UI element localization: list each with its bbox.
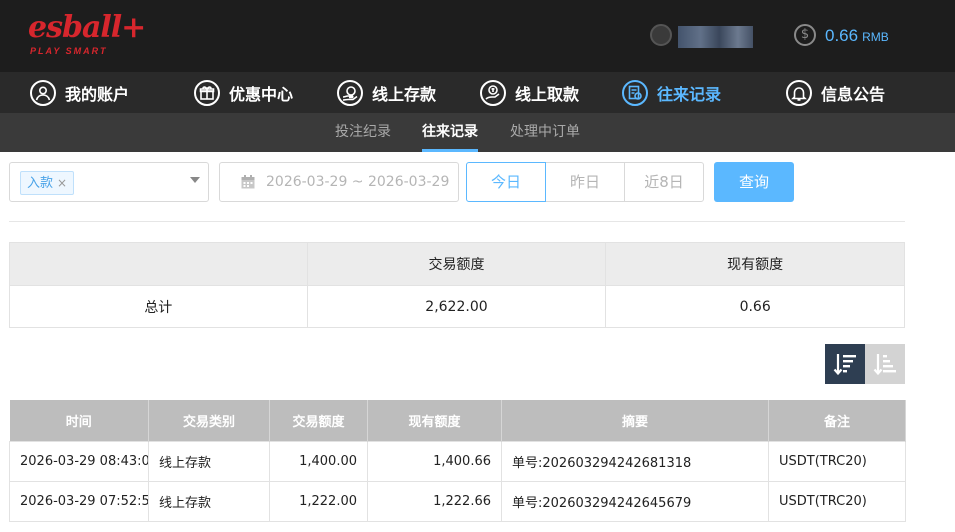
- col-summary[interactable]: 摘要: [501, 400, 769, 441]
- summary-total-amount: 2,622.00: [306, 285, 607, 328]
- user-avatar-icon[interactable]: [650, 24, 672, 46]
- nav-label: 线上存款: [372, 85, 437, 104]
- col-amount[interactable]: 交易额度: [269, 400, 368, 441]
- cell-type: 线上存款: [148, 480, 270, 522]
- nav-promotions[interactable]: 优惠中心: [194, 78, 293, 108]
- cell-amount: 1,400.00: [269, 440, 368, 482]
- sort-ascending-button[interactable]: [865, 344, 905, 384]
- cell-remark: USDT(TRC20): [768, 480, 906, 522]
- tab-pending-orders[interactable]: 处理中订单: [510, 113, 580, 152]
- cell-type: 线上存款: [148, 440, 270, 482]
- sort-descending-button[interactable]: [825, 344, 865, 384]
- summary-table: 交易额度 现有额度 总计 2,622.00 0.66: [9, 242, 905, 328]
- nav-label: 信息公告: [821, 85, 886, 104]
- col-remark[interactable]: 备注: [768, 400, 906, 441]
- quick-date-group: 今日 昨日 近8日: [466, 162, 704, 202]
- col-type[interactable]: 交易类别: [148, 400, 270, 441]
- logo-tagline: PLAY SMART: [30, 46, 108, 56]
- top-bar: esball+ PLAY SMART $ 0.66 RMB: [0, 0, 955, 72]
- username-redacted: [678, 26, 753, 48]
- tag-label: 入款: [27, 176, 54, 191]
- nav-label: 线上取款: [515, 85, 580, 104]
- transaction-type-select[interactable]: 入款 ×: [9, 162, 209, 202]
- summary-header-amount: 交易额度: [306, 242, 607, 286]
- user-icon: [30, 80, 56, 106]
- calendar-icon: [241, 175, 255, 189]
- records-table: 时间 交易类别 交易额度 现有额度 摘要 备注 2026-03-29 08:43…: [9, 400, 906, 522]
- sub-nav: 投注纪录 往来记录 处理中订单: [0, 113, 955, 152]
- cell-balance: 1,222.66: [367, 480, 502, 522]
- records-header-row: 时间 交易类别 交易额度 现有额度 摘要 备注: [9, 400, 906, 441]
- today-button[interactable]: 今日: [466, 162, 546, 202]
- logo-wordmark: esball+: [28, 10, 146, 45]
- record-icon: [622, 80, 648, 106]
- cell-time: 2026-03-29 08:43:02: [9, 440, 149, 482]
- summary-total-label: 总计: [9, 285, 308, 328]
- balance-currency: RMB: [862, 30, 889, 44]
- summary-header-row: 交易额度 现有额度: [9, 242, 905, 286]
- withdraw-icon: [480, 80, 506, 106]
- deposit-icon: [337, 80, 363, 106]
- brand-logo[interactable]: esball+ PLAY SMART: [28, 10, 146, 60]
- cell-balance: 1,400.66: [367, 440, 502, 482]
- date-range-picker[interactable]: 2026-03-29 ~ 2026-03-29: [219, 162, 459, 202]
- tag-remove-icon[interactable]: ×: [57, 176, 67, 190]
- nav-online-withdraw[interactable]: 线上取款: [480, 78, 579, 108]
- bell-icon: [786, 80, 812, 106]
- cell-remark: USDT(TRC20): [768, 440, 906, 482]
- cell-summary: 单号:202603294242645679: [501, 480, 769, 522]
- nav-my-account[interactable]: 我的账户: [30, 78, 129, 108]
- account-balance: 0.66 RMB: [825, 26, 889, 46]
- cell-summary: 单号:202603294242681318: [501, 440, 769, 482]
- cell-time: 2026-03-29 07:52:55: [9, 480, 149, 522]
- yesterday-button[interactable]: 昨日: [545, 162, 625, 202]
- summary-header-balance: 现有额度: [605, 242, 905, 286]
- summary-header-blank: [9, 242, 308, 286]
- col-time[interactable]: 时间: [9, 400, 149, 441]
- cell-amount: 1,222.00: [269, 480, 368, 522]
- table-row[interactable]: 2026-03-29 08:43:02 线上存款 1,400.00 1,400.…: [9, 440, 906, 482]
- summary-total-balance: 0.66: [605, 285, 905, 328]
- query-button[interactable]: 查询: [714, 162, 794, 202]
- date-range-value: 2026-03-29 ~ 2026-03-29: [266, 174, 450, 190]
- table-row[interactable]: 2026-03-29 07:52:55 线上存款 1,222.00 1,222.…: [9, 480, 906, 522]
- chevron-down-icon[interactable]: [190, 177, 200, 183]
- balance-amount: 0.66: [825, 26, 859, 45]
- tab-transaction-records[interactable]: 往来记录: [422, 113, 478, 152]
- nav-label: 我的账户: [65, 85, 130, 104]
- last-8-days-button[interactable]: 近8日: [624, 162, 704, 202]
- selected-type-tag[interactable]: 入款 ×: [20, 171, 75, 195]
- nav-announcements[interactable]: 信息公告: [786, 78, 885, 108]
- sort-descending-icon: [833, 354, 856, 376]
- nav-online-deposit[interactable]: 线上存款: [337, 78, 436, 108]
- tab-bet-records[interactable]: 投注纪录: [335, 113, 391, 152]
- nav-label: 往来记录: [657, 85, 722, 104]
- main-nav: 我的账户 优惠中心 线上存款 线上取款 往来记录 信息公告: [0, 72, 955, 113]
- sort-ascending-icon: [873, 354, 896, 376]
- gift-icon: [194, 80, 220, 106]
- col-balance[interactable]: 现有额度: [367, 400, 502, 441]
- nav-transaction-records[interactable]: 往来记录: [622, 78, 721, 108]
- summary-total-row: 总计 2,622.00 0.66: [9, 285, 905, 328]
- divider: [9, 221, 905, 222]
- nav-label: 优惠中心: [229, 85, 294, 104]
- dollar-coin-icon: $: [794, 24, 816, 46]
